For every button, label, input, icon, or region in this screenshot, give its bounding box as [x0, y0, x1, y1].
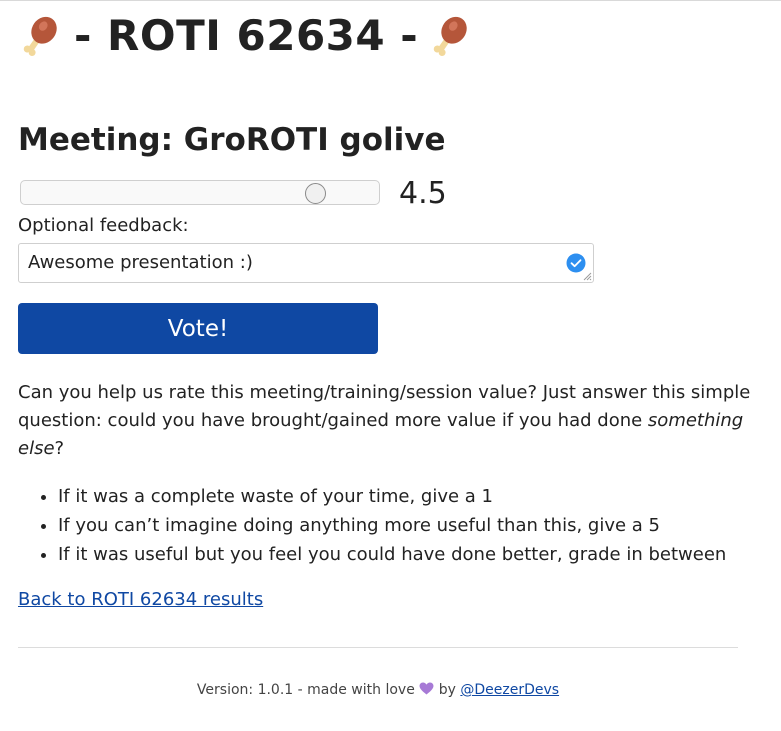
back-to-results-link[interactable]: Back to ROTI 62634 results [18, 588, 263, 612]
rating-rules-list: If it was a complete waste of your time,… [18, 482, 778, 569]
divider [18, 647, 738, 648]
footer-version: Version: 1.0.1 - made with love [196, 682, 415, 698]
meat-on-bone-icon [433, 16, 467, 56]
top-border [0, 0, 781, 1]
feedback-textarea[interactable]: Awesome presentation :) [18, 243, 594, 283]
footer-by: by [438, 682, 456, 698]
site-title: - ROTI 62634 - [18, 10, 472, 62]
explanation-end: ? [54, 438, 65, 459]
deezerdevs-link[interactable]: @DeezerDevs [460, 682, 559, 698]
purple-heart-icon [419, 682, 434, 695]
list-item: If it was useful but you feel you could … [58, 540, 778, 569]
vote-button[interactable]: Vote! [18, 303, 378, 354]
rating-slider-thumb[interactable] [304, 183, 326, 204]
check-circle-icon [566, 253, 586, 273]
site-title-text: - ROTI 62634 - [74, 11, 419, 60]
rating-value: 4.5 [399, 176, 447, 211]
feedback-label: Optional feedback: [18, 215, 189, 236]
rating-slider[interactable] [20, 180, 380, 205]
resize-handle-icon[interactable] [582, 271, 592, 281]
footer: Version: 1.0.1 - made with love by @Deez… [0, 680, 756, 700]
page: - ROTI 62634 - Meeting: GroROTI golive 4… [0, 0, 781, 731]
meat-on-bone-icon [23, 16, 57, 56]
explanation-part: Can you help us rate this meeting/traini… [18, 382, 751, 431]
meeting-title: Meeting: GroROTI golive [18, 122, 446, 158]
list-item: If it was a complete waste of your time,… [58, 482, 778, 511]
list-item: If you can’t imagine doing anything more… [58, 511, 778, 540]
feedback-text: Awesome presentation :) [28, 252, 253, 273]
explanation-text: Can you help us rate this meeting/traini… [18, 379, 758, 463]
